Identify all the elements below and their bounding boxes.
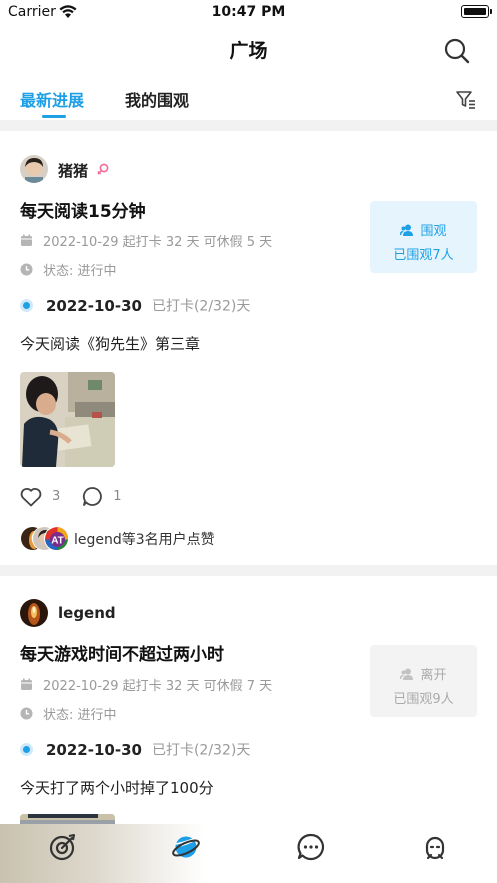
goal-status: 状态: 进行中 — [20, 704, 117, 723]
checkin-date: 2022-10-30 — [46, 296, 142, 315]
username[interactable]: legend — [58, 604, 116, 622]
avatar[interactable] — [20, 599, 48, 627]
likers-text: legend等3名用户点赞 — [74, 532, 215, 548]
checkin-status: 已打卡(2/32)天 — [151, 298, 251, 315]
avatar[interactable] — [20, 155, 48, 183]
bottom-tab-bar — [0, 824, 497, 883]
calendar-icon — [21, 234, 32, 246]
leave-label: 离开 — [420, 668, 447, 683]
active-tab-indicator — [42, 115, 66, 118]
watch-count: 已围观7人 — [393, 248, 454, 263]
clock-icon — [20, 263, 33, 276]
checkin-dot-icon — [20, 299, 33, 312]
post-photo[interactable] — [20, 372, 115, 467]
leave-button[interactable]: 离开 已围观9人 — [370, 645, 477, 717]
comment-icon[interactable] — [82, 486, 103, 507]
like-heart-icon[interactable] — [20, 487, 42, 507]
watch-count: 已围观9人 — [393, 692, 454, 707]
post-card[interactable]: legend 每天游戏时间不超过两小时 2022-10-29 起打卡 32 天 … — [0, 576, 497, 824]
status-time: 10:47 PM — [211, 4, 286, 20]
watch-button[interactable]: 围观 已围观7人 — [370, 201, 477, 273]
post-actions: 3 1 — [20, 486, 144, 508]
goal-title[interactable]: 每天游戏时间不超过两小时 — [20, 640, 224, 665]
checkin-row: 2022-10-30 已打卡(2/32)天 — [20, 295, 250, 316]
tab-bar-top: 最新进展 我的围观 — [0, 84, 497, 120]
username[interactable]: 猪猪 — [58, 160, 88, 181]
checkin-status: 已打卡(2/32)天 — [151, 742, 251, 759]
goal-status-text: 状态: 进行中 — [43, 708, 117, 723]
post-photo[interactable] — [20, 814, 115, 824]
chat-bubble-icon[interactable] — [296, 832, 326, 862]
liker-badge-text: AT — [51, 536, 64, 547]
battery-icon — [461, 5, 492, 18]
checkin-row: 2022-10-30 已打卡(2/32)天 — [20, 739, 250, 760]
checkin-date: 2022-10-30 — [46, 740, 142, 759]
leave-person-icon — [400, 668, 414, 680]
liker-avatar: AT — [44, 526, 69, 551]
calendar-icon — [21, 678, 32, 690]
comment-count: 1 — [113, 489, 122, 504]
status-bar: Carrier 10:47 PM — [0, 0, 497, 28]
goal-meta: 2022-10-29 起打卡 32 天 可休假 7 天 — [20, 675, 272, 694]
watch-label: 围观 — [420, 224, 447, 239]
post-card[interactable]: 猪猪 每天阅读15分钟 2022-10-29 起打卡 32 天 可休假 5 天 … — [0, 131, 497, 565]
goal-meta: 2022-10-29 起打卡 32 天 可休假 5 天 — [20, 231, 272, 250]
search-icon[interactable] — [443, 37, 471, 65]
goal-meta-text: 2022-10-29 起打卡 32 天 可休假 5 天 — [43, 235, 273, 250]
checkin-dot-icon — [20, 743, 33, 756]
like-count: 3 — [52, 489, 61, 504]
filter-icon[interactable] — [455, 89, 477, 111]
page-title: 广场 — [229, 40, 268, 62]
section-divider — [0, 120, 497, 131]
target-icon[interactable] — [47, 832, 77, 862]
profile-icon[interactable] — [420, 832, 450, 862]
clock-icon — [20, 707, 33, 720]
planet-icon[interactable] — [171, 832, 201, 862]
post-content: 今天阅读《狗先生》第三章 — [20, 335, 201, 353]
tab-my-watching[interactable]: 我的围观 — [125, 87, 189, 111]
goal-status-text: 状态: 进行中 — [43, 264, 117, 279]
goal-status: 状态: 进行中 — [20, 260, 117, 279]
female-icon — [97, 163, 109, 175]
goal-meta-text: 2022-10-29 起打卡 32 天 可休假 7 天 — [43, 679, 273, 694]
post-content: 今天打了两个小时掉了100分 — [20, 779, 214, 797]
watch-person-icon — [400, 224, 414, 236]
goal-title[interactable]: 每天阅读15分钟 — [20, 197, 146, 222]
section-divider — [0, 565, 497, 576]
tab-latest-progress[interactable]: 最新进展 — [20, 87, 84, 111]
